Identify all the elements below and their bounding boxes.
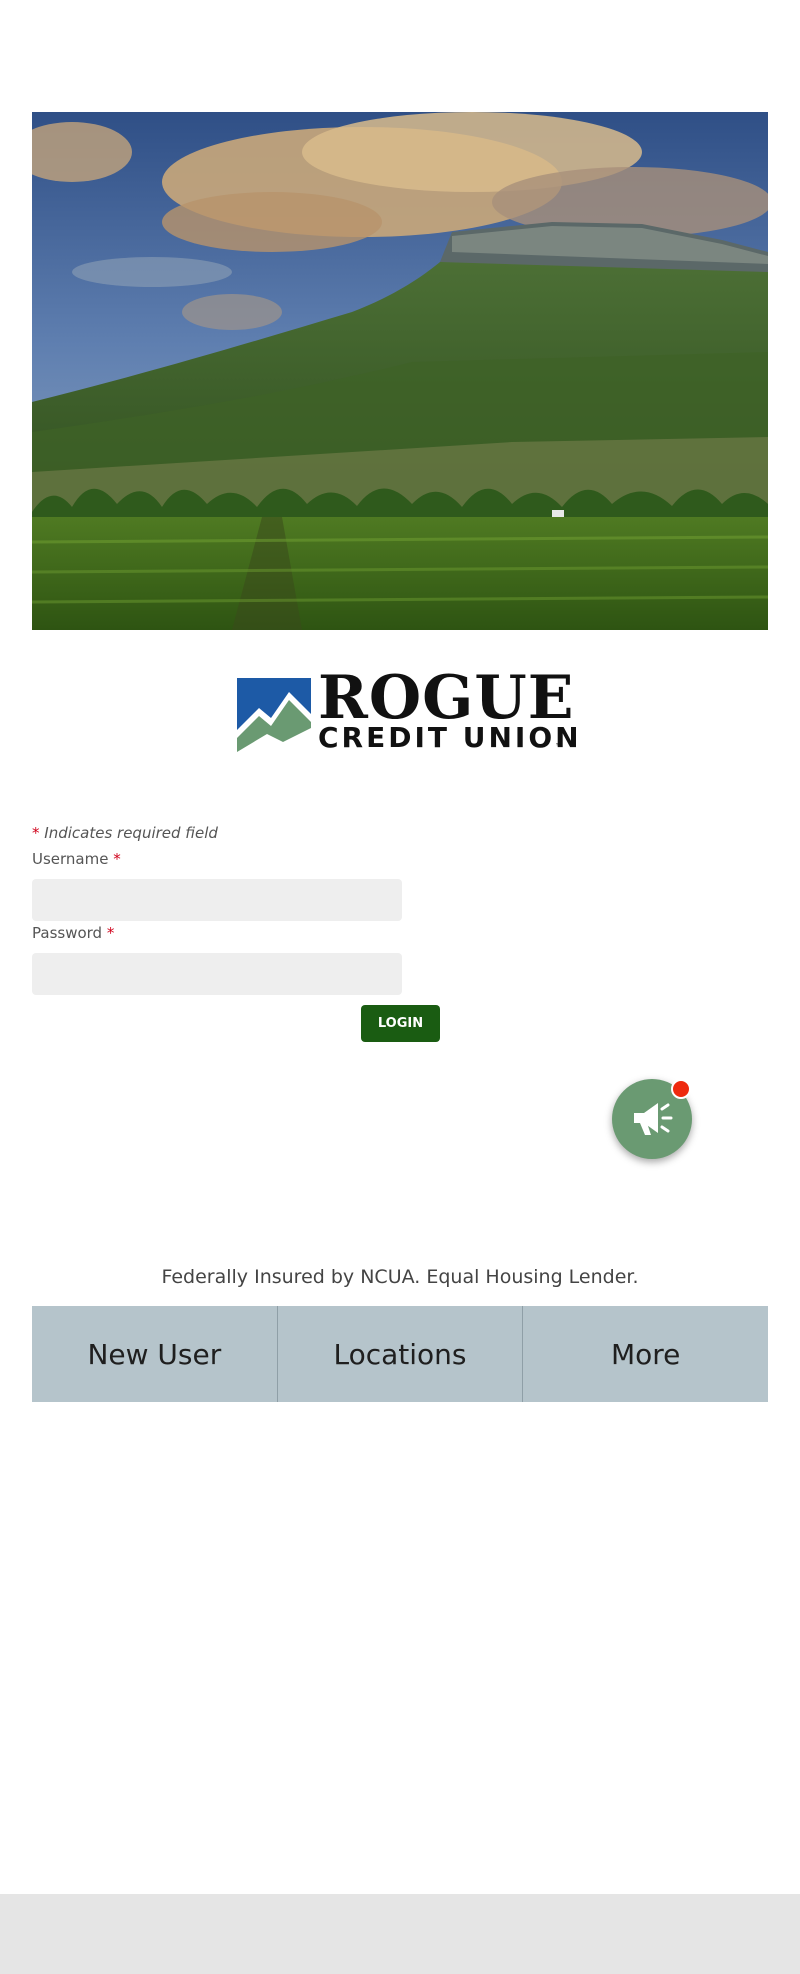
password-required-star: * (106, 924, 115, 942)
rogue-credit-union-logo: ROGUE CREDIT UNION ™ (237, 668, 579, 754)
logo-wordmark: ROGUE (318, 663, 575, 733)
username-required-star: * (113, 850, 121, 868)
logo-subtitle: CREDIT UNION (318, 721, 582, 754)
required-note-text: Indicates required field (44, 824, 218, 842)
mountain-logo-icon (237, 678, 311, 752)
username-label-text: Username (32, 850, 109, 868)
notification-badge (671, 1079, 691, 1099)
login-button[interactable]: LOGIN (361, 1005, 440, 1042)
password-label-text: Password (32, 924, 103, 942)
nav-more[interactable]: More (523, 1306, 768, 1402)
announcements-button[interactable] (612, 1079, 692, 1159)
megaphone-icon (634, 1103, 673, 1135)
bottom-nav: New User Locations More (32, 1306, 768, 1402)
username-input[interactable] (32, 879, 402, 921)
password-label: Password * (32, 924, 114, 942)
username-label: Username * (32, 850, 121, 868)
password-input[interactable] (32, 953, 402, 995)
ncua-disclosure: Federally Insured by NCUA. Equal Housing… (161, 1266, 639, 1288)
hero-image (32, 112, 768, 630)
page-footer-bar (0, 1894, 800, 1974)
nav-locations[interactable]: Locations (278, 1306, 524, 1402)
required-field-note: * Indicates required field (32, 824, 218, 842)
nav-new-user[interactable]: New User (32, 1306, 278, 1402)
logo-trademark: ™ (555, 742, 563, 751)
required-star: * (32, 824, 40, 842)
